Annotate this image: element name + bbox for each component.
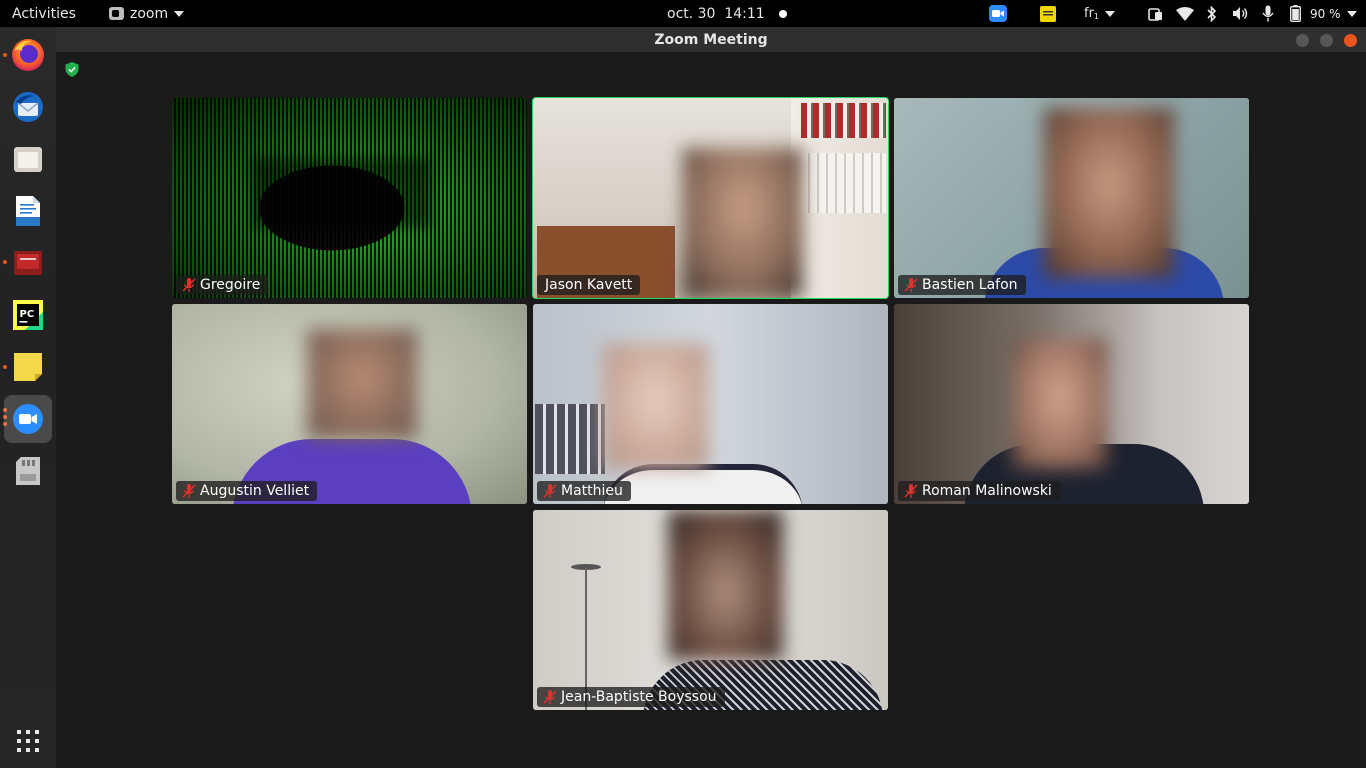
dock-item-zoom[interactable] [4, 395, 52, 443]
participant-nametag: Jason Kavett [537, 275, 641, 295]
microphone-muted-icon [543, 690, 557, 704]
video-feed-books [801, 153, 886, 213]
screen-share-icon[interactable] [1148, 5, 1164, 22]
window-titlebar[interactable]: Zoom Meeting [56, 27, 1366, 53]
blurred-face [1044, 108, 1174, 278]
sd-card-icon [16, 457, 40, 485]
video-feed-books [801, 103, 886, 138]
microphone-muted-icon [182, 484, 196, 498]
video-tile[interactable]: Roman Malinowski [894, 304, 1249, 504]
microphone-muted-icon [904, 278, 918, 292]
clock-button[interactable]: oct. 30 14:11 [667, 0, 787, 27]
keyboard-layout-label: fr [1084, 6, 1094, 21]
dock-item-thunderbird[interactable] [4, 83, 52, 131]
svg-text:PC: PC [20, 309, 35, 320]
keyboard-layout-button[interactable]: fr 1 [1084, 0, 1116, 27]
close-button[interactable] [1344, 34, 1357, 47]
blurred-face [668, 510, 783, 660]
participant-name: Roman Malinowski [922, 483, 1052, 499]
video-feed-photo-wall [535, 404, 605, 474]
clock-label: oct. 30 14:11 [667, 5, 765, 22]
participant-name: Jean-Baptiste Boyssou [561, 689, 717, 705]
blurred-face [603, 344, 708, 469]
chevron-down-icon [174, 10, 185, 17]
dock-item-pycharm[interactable]: PC [4, 291, 52, 339]
video-feed-shirt [603, 464, 803, 504]
video-tile[interactable]: Matthieu [533, 304, 888, 504]
activities-label: Activities [12, 5, 76, 22]
dock-item-sd-card[interactable] [4, 447, 52, 495]
maximize-button[interactable] [1320, 34, 1333, 47]
video-feed-dark-band [252, 158, 432, 228]
video-tile[interactable]: Gregoire [172, 98, 527, 298]
microphone-muted-icon [904, 484, 918, 498]
participant-nametag: Roman Malinowski [898, 481, 1060, 501]
participant-name: Gregoire [200, 277, 261, 293]
participant-name: Jason Kavett [545, 277, 633, 293]
zoom-app-icon [109, 7, 124, 20]
sticky-notes-tray-icon[interactable] [1040, 5, 1056, 22]
encryption-shield-icon[interactable] [65, 62, 79, 81]
participant-nametag: Matthieu [537, 481, 631, 501]
show-applications-button[interactable] [4, 717, 52, 765]
wifi-icon[interactable] [1176, 5, 1194, 22]
video-tile-active-speaker[interactable]: Jason Kavett [532, 97, 889, 299]
volume-icon[interactable] [1232, 5, 1249, 22]
window-title: Zoom Meeting [654, 32, 768, 48]
bluetooth-icon[interactable] [1207, 5, 1217, 22]
dock-item-writer[interactable] [4, 187, 52, 235]
dock-item-sticky-notes[interactable] [4, 343, 52, 391]
microphone-icon[interactable] [1262, 5, 1274, 22]
app-menu-label: zoom [130, 5, 169, 22]
dock-item-firefox[interactable] [4, 31, 52, 79]
video-tile[interactable]: Bastien Lafon [894, 98, 1249, 298]
microphone-muted-icon [182, 278, 196, 292]
chevron-down-icon [1105, 10, 1116, 17]
dock: PC [0, 27, 56, 768]
app-menu-button[interactable]: zoom [109, 0, 185, 27]
files-icon [14, 147, 42, 172]
dock-item-presentation[interactable] [4, 239, 52, 287]
battery-icon[interactable] [1290, 5, 1301, 22]
gnome-top-bar: Activities zoom oct. 30 14:11 fr 1 90 % [0, 0, 1366, 27]
blurred-face [683, 148, 803, 298]
dock-item-files[interactable] [4, 135, 52, 183]
pycharm-icon: PC [13, 300, 43, 330]
chevron-down-icon [1346, 10, 1357, 17]
app-grid-icon [17, 730, 39, 752]
participant-nametag: Augustin Velliet [176, 481, 318, 501]
blurred-face [307, 329, 417, 439]
participant-name: Augustin Velliet [200, 483, 310, 499]
blurred-face [1012, 339, 1107, 469]
video-tile[interactable]: Jean-Baptiste Boyssou [533, 510, 888, 710]
zoom-tray-icon[interactable] [989, 5, 1007, 22]
zoom-icon [13, 404, 43, 434]
participant-name: Matthieu [561, 483, 623, 499]
notification-dot-icon [778, 9, 787, 18]
microphone-muted-icon [543, 484, 557, 498]
battery-percent-label: 90 % [1310, 6, 1341, 21]
participant-name: Bastien Lafon [922, 277, 1018, 293]
participant-nametag: Jean-Baptiste Boyssou [537, 687, 725, 707]
participant-nametag: Gregoire [176, 275, 269, 295]
firefox-icon [12, 39, 44, 71]
participant-nametag: Bastien Lafon [898, 275, 1026, 295]
presentation-icon [14, 251, 42, 275]
keyboard-layout-subscript: 1 [1093, 12, 1100, 21]
thunderbird-icon [13, 92, 43, 122]
video-tile[interactable]: Augustin Velliet [172, 304, 527, 504]
sticky-notes-icon [14, 353, 42, 381]
minimize-button[interactable] [1296, 34, 1309, 47]
libreoffice-writer-icon [16, 196, 40, 226]
battery-menu-button[interactable]: 90 % [1310, 0, 1357, 27]
activities-button[interactable]: Activities [12, 0, 76, 27]
